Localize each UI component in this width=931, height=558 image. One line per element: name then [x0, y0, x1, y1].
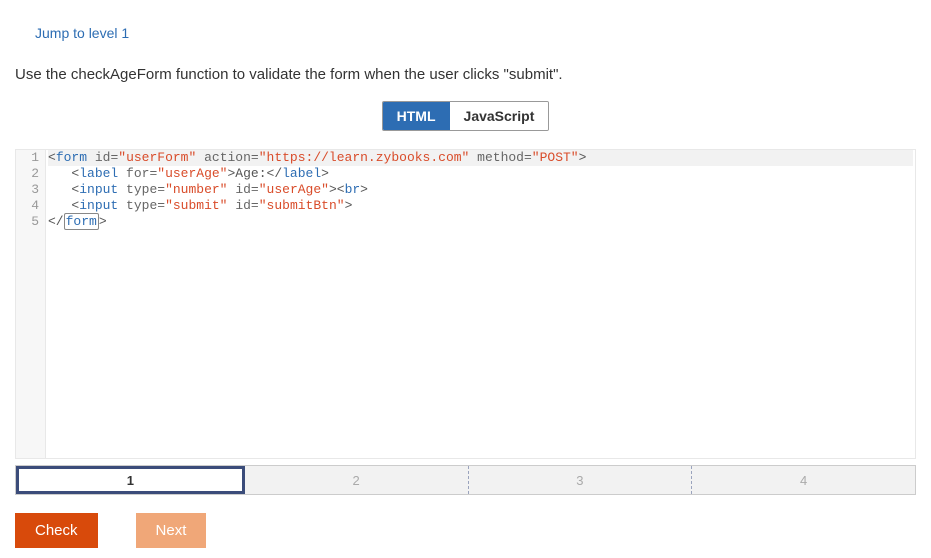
code-line[interactable]: <label for="userAge">Age:</label>	[48, 166, 913, 182]
code-line[interactable]: <input type="number" id="userAge"><br>	[48, 182, 913, 198]
code-editor[interactable]: 12345 <form id="userForm" action="https:…	[15, 149, 916, 459]
check-button[interactable]: Check	[15, 513, 98, 548]
tab-javascript[interactable]: JavaScript	[450, 102, 549, 130]
line-number-gutter: 12345	[16, 150, 46, 458]
code-line[interactable]: <input type="submit" id="submitBtn">	[48, 198, 913, 214]
button-row: Check Next	[15, 513, 916, 548]
line-number: 2	[16, 166, 45, 182]
progress-cell-1[interactable]: 1	[16, 466, 245, 494]
progress-cell-4[interactable]: 4	[692, 466, 915, 494]
instructions-text: Use the checkAgeForm function to validat…	[15, 66, 916, 83]
line-number: 1	[16, 150, 45, 166]
progress-row: 1234	[15, 465, 916, 495]
progress-cell-2[interactable]: 2	[245, 466, 469, 494]
line-number: 5	[16, 214, 45, 230]
tab-html[interactable]: HTML	[383, 102, 450, 130]
progress-cell-3[interactable]: 3	[469, 466, 693, 494]
code-line[interactable]: <form id="userForm" action="https://lear…	[48, 150, 913, 166]
jump-to-level-link[interactable]: Jump to level 1	[35, 25, 129, 41]
next-button[interactable]: Next	[136, 513, 207, 548]
line-number: 4	[16, 198, 45, 214]
line-number: 3	[16, 182, 45, 198]
code-area[interactable]: <form id="userForm" action="https://lear…	[46, 150, 915, 458]
tab-container: HTML JavaScript	[15, 101, 916, 131]
code-line[interactable]: </form>	[48, 214, 913, 230]
tab-group: HTML JavaScript	[382, 101, 550, 131]
